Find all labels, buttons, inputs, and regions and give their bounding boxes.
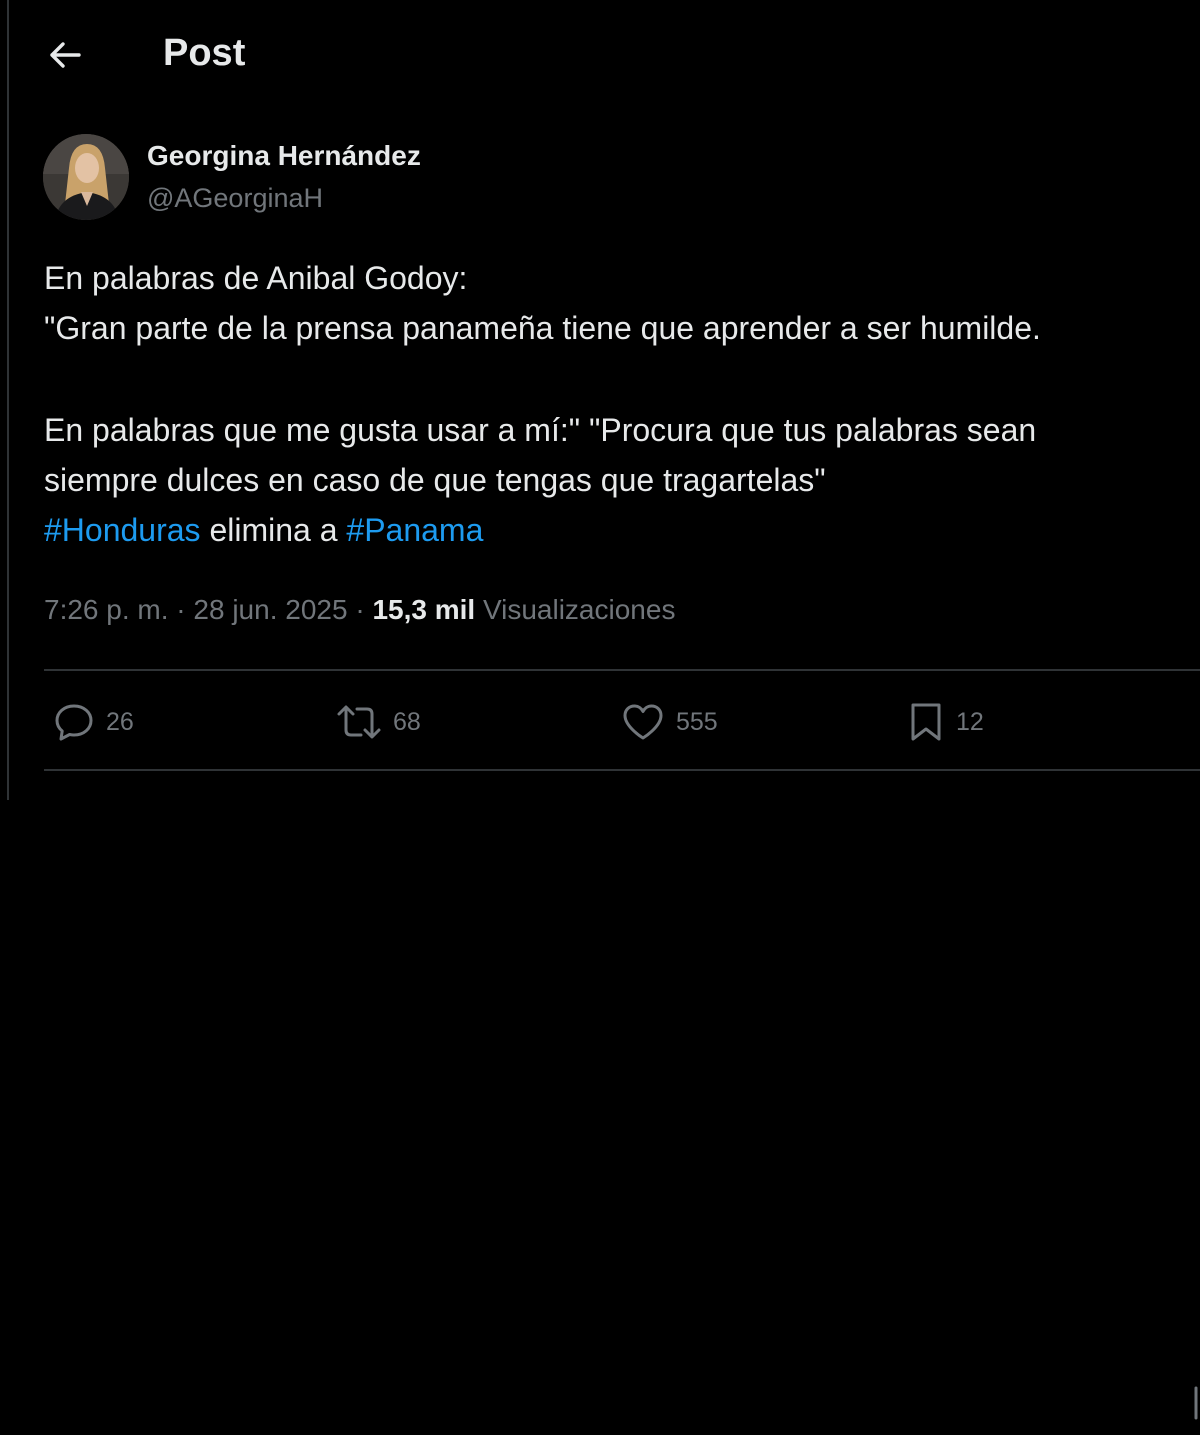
repost-count: 68	[393, 708, 421, 736]
bookmark-count: 12	[956, 708, 984, 736]
profile-photo	[43, 134, 129, 220]
views-label: Visualizaciones	[475, 594, 676, 625]
avatar[interactable]	[43, 134, 129, 220]
post-text-hashtag-line: #Honduras elimina a #Panama	[44, 505, 1194, 555]
back-button[interactable]	[40, 30, 90, 80]
post-metadata: 7:26 p. m. · 28 jun. 2025 · 15,3 mil Vis…	[44, 590, 675, 630]
reply-count: 26	[106, 708, 134, 736]
post-text: En palabras de Anibal Godoy: "Gran parte…	[44, 253, 1194, 555]
like-button[interactable]: 555	[620, 698, 718, 746]
post-date[interactable]: 28 jun. 2025	[193, 594, 347, 625]
post-text-line: siempre dulces en caso de que tengas que…	[44, 462, 826, 498]
like-count: 555	[676, 708, 718, 736]
post-text-line: "Gran parte de la prensa panameña tiene …	[44, 310, 1041, 346]
bookmark-icon	[911, 703, 941, 741]
reply-button[interactable]: 26	[52, 698, 134, 746]
left-column-border	[7, 0, 9, 800]
divider	[44, 769, 1200, 771]
post-text-fragment: elimina a	[200, 512, 347, 548]
post-text-line: En palabras que me gusta usar a mí:" "Pr…	[44, 412, 1037, 448]
divider	[44, 669, 1200, 671]
bookmark-button[interactable]: 12	[906, 698, 984, 746]
repost-button[interactable]: 68	[335, 698, 421, 746]
views-count: 15,3 mil	[372, 594, 476, 625]
meta-separator: ·	[168, 594, 194, 625]
post-header: Post	[0, 0, 1200, 105]
share-icon-partial[interactable]	[1192, 1380, 1200, 1430]
heart-icon	[623, 704, 663, 740]
action-bar: 26 68 555 12	[0, 690, 1200, 1420]
post-text-line: En palabras de Anibal Godoy:	[44, 260, 468, 296]
hashtag-link[interactable]: #Panama	[346, 512, 483, 548]
page-title: Post	[163, 32, 246, 74]
post-text-blank-line	[44, 353, 1194, 405]
author-display-name[interactable]: Georgina Hernández	[147, 138, 421, 174]
meta-separator: ·	[347, 594, 373, 625]
repost-icon	[337, 705, 381, 739]
reply-icon	[55, 704, 93, 741]
share-icon	[1194, 1386, 1198, 1420]
hashtag-link[interactable]: #Honduras	[44, 512, 201, 548]
post-time[interactable]: 7:26 p. m.	[44, 594, 169, 625]
arrow-left-icon	[50, 42, 81, 68]
author-handle[interactable]: @AGeorginaH	[147, 180, 323, 216]
